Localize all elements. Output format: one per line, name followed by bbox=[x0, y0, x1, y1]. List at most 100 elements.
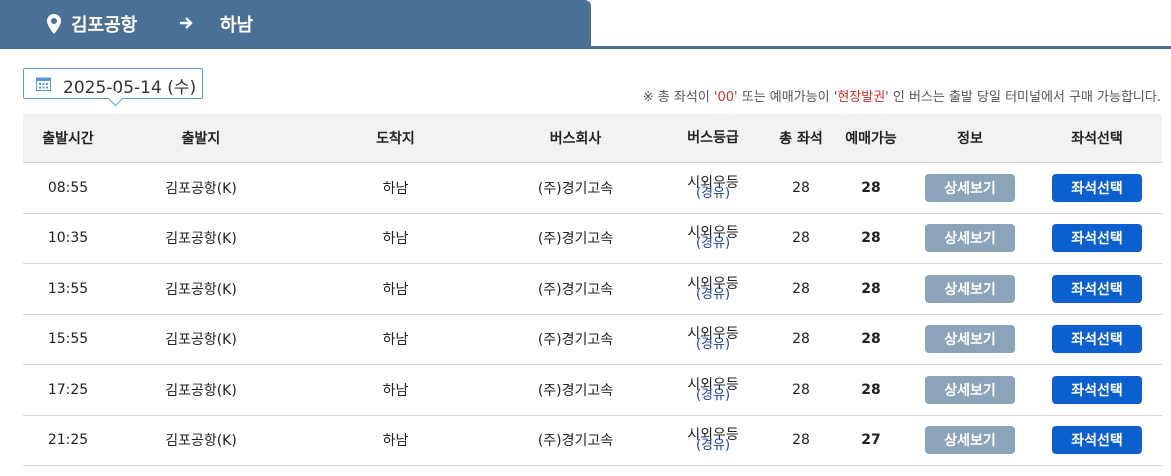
route-tab: 김포공항 하남 bbox=[0, 0, 591, 46]
departure-time: 08:55 bbox=[47, 179, 89, 196]
header-info: 정보 bbox=[957, 131, 983, 147]
arrival-place: 하남 bbox=[382, 332, 409, 349]
seat-select-button[interactable]: 좌석선택 bbox=[1052, 224, 1142, 253]
total-seats: 28 bbox=[792, 179, 810, 196]
header-company: 버스회사 bbox=[549, 131, 602, 147]
info-cell: 상세보기 bbox=[917, 264, 1023, 314]
total-seats: 28 bbox=[792, 230, 810, 247]
select-cell: 좌석선택 bbox=[1037, 416, 1157, 466]
via-label: (경유) bbox=[695, 387, 731, 403]
header-time: 출발시간 bbox=[42, 131, 94, 147]
seat-select-button[interactable]: 좌석선택 bbox=[1052, 375, 1142, 404]
via-label: (경유) bbox=[695, 286, 731, 302]
arrow-right-icon bbox=[180, 17, 193, 29]
select-cell: 좌석선택 bbox=[1037, 163, 1157, 213]
departure-time: 21:25 bbox=[47, 432, 89, 449]
info-cell: 상세보기 bbox=[917, 365, 1023, 415]
detail-button[interactable]: 상세보기 bbox=[925, 426, 1015, 455]
seat-select-button[interactable]: 좌석선택 bbox=[1052, 274, 1142, 303]
table-row: 13:55 김포공항(K) 하남 (주)경기고속 시외우등 (경유) 28 28… bbox=[23, 264, 1162, 315]
seat-select-button[interactable]: 좌석선택 bbox=[1052, 426, 1142, 455]
total-seats: 28 bbox=[792, 331, 810, 348]
header-available: 예매가능 bbox=[845, 131, 897, 147]
via-label: (경유) bbox=[695, 185, 731, 201]
departure-place: 김포공항(K) bbox=[165, 332, 237, 349]
selected-date: 2025-05-14 (수) bbox=[63, 78, 197, 98]
departure-time: 13:55 bbox=[47, 280, 89, 297]
via-label: (경유) bbox=[695, 438, 731, 454]
header-grade: 버스등급 bbox=[687, 130, 739, 146]
via-label: (경유) bbox=[695, 236, 731, 252]
total-seats: 28 bbox=[792, 432, 810, 449]
table-row: 10:35 김포공항(K) 하남 (주)경기고속 시외우등 (경유) 28 28… bbox=[23, 214, 1162, 264]
purchase-notice: ※ 총 좌석이 '00' 또는 예매가능이 '현장발권' 인 버스는 출발 당일… bbox=[643, 86, 1161, 105]
available-seats: 28 bbox=[861, 280, 881, 297]
departure-time: 15:55 bbox=[47, 331, 89, 348]
departure-time: 10:35 bbox=[47, 230, 89, 247]
detail-button[interactable]: 상세보기 bbox=[925, 224, 1015, 253]
departure-place: 김포공항(K) bbox=[165, 180, 237, 197]
arrival-place: 하남 bbox=[382, 433, 409, 450]
bus-grade: 시외우등 (경유) bbox=[663, 315, 763, 365]
info-cell: 상세보기 bbox=[917, 315, 1023, 365]
detail-button[interactable]: 상세보기 bbox=[925, 325, 1015, 354]
select-cell: 좌석선택 bbox=[1037, 365, 1157, 415]
available-seats: 28 bbox=[861, 381, 881, 398]
bus-grade: 시외우등 (경유) bbox=[663, 214, 763, 264]
route-bar: 김포공항 하남 bbox=[0, 0, 1171, 49]
bus-grade: 시외우등 (경유) bbox=[663, 365, 763, 415]
bus-grade: 시외우등 (경유) bbox=[663, 163, 763, 213]
arrival-place: 하남 bbox=[382, 231, 409, 248]
bus-company: (주)경기고속 bbox=[537, 281, 614, 298]
table-row: 17:25 김포공항(K) 하남 (주)경기고속 시외우등 (경유) 28 28… bbox=[23, 365, 1162, 416]
select-cell: 좌석선택 bbox=[1037, 315, 1157, 365]
total-seats: 28 bbox=[792, 381, 810, 398]
header-from: 출발지 bbox=[181, 131, 221, 147]
table-row: 15:55 김포공항(K) 하남 (주)경기고속 시외우등 (경유) 28 28… bbox=[23, 315, 1162, 365]
bus-grade: 시외우등 (경유) bbox=[663, 264, 763, 314]
table-row: 08:55 김포공항(K) 하남 (주)경기고속 시외우등 (경유) 28 28… bbox=[23, 163, 1162, 214]
calendar-icon bbox=[36, 77, 51, 91]
departure-place: 김포공항(K) bbox=[165, 231, 237, 248]
arrival-place: 하남 bbox=[382, 180, 409, 197]
info-cell: 상세보기 bbox=[917, 416, 1023, 466]
bus-company: (주)경기고속 bbox=[537, 382, 614, 399]
arrival-place: 하남 bbox=[382, 281, 409, 298]
arrival-place: 하남 bbox=[382, 382, 409, 399]
seat-select-button[interactable]: 좌석선택 bbox=[1052, 173, 1142, 202]
departure-time: 17:25 bbox=[47, 381, 89, 398]
notice-zero: 00 bbox=[717, 90, 735, 105]
bus-grade: 시외우등 (경유) bbox=[663, 416, 763, 466]
total-seats: 28 bbox=[792, 280, 810, 297]
info-cell: 상세보기 bbox=[917, 163, 1023, 213]
bus-company: (주)경기고속 bbox=[537, 180, 614, 197]
info-cell: 상세보기 bbox=[917, 214, 1023, 264]
available-seats: 27 bbox=[861, 432, 881, 449]
date-picker[interactable]: 2025-05-14 (수) bbox=[23, 68, 203, 99]
available-seats: 28 bbox=[861, 179, 881, 196]
location-pin-icon bbox=[47, 14, 61, 34]
detail-button[interactable]: 상세보기 bbox=[925, 173, 1015, 202]
table-row: 21:25 김포공항(K) 하남 (주)경기고속 시외우등 (경유) 28 27… bbox=[23, 416, 1162, 466]
bus-company: (주)경기고속 bbox=[537, 433, 614, 450]
bus-company: (주)경기고속 bbox=[537, 332, 614, 349]
select-cell: 좌석선택 bbox=[1037, 264, 1157, 314]
notice-middle: ' 또는 예매가능이 ' bbox=[734, 90, 838, 105]
detail-button[interactable]: 상세보기 bbox=[925, 375, 1015, 404]
detail-button[interactable]: 상세보기 bbox=[925, 274, 1015, 303]
available-seats: 28 bbox=[861, 331, 881, 348]
departure-place: 김포공항(K) bbox=[165, 433, 237, 450]
available-seats: 28 bbox=[861, 230, 881, 247]
route-arrival: 하남 bbox=[220, 15, 254, 36]
notice-suffix: ' 인 버스는 출발 당일 터미널에서 구매 가능합니다. bbox=[885, 90, 1161, 105]
notice-prefix: ※ 총 좌석이 ' bbox=[642, 90, 718, 105]
header-total-seats: 총 좌석 bbox=[779, 131, 823, 147]
bus-schedule-table: 출발시간 출발지 도착지 버스회사 버스등급 총 좌석 예매가능 정보 좌석선택… bbox=[23, 114, 1162, 466]
notice-onsite: 현장발권 bbox=[837, 90, 886, 105]
route-departure: 김포공항 bbox=[71, 15, 138, 36]
via-label: (경유) bbox=[695, 337, 731, 353]
bus-company: (주)경기고속 bbox=[537, 231, 614, 248]
seat-select-button[interactable]: 좌석선택 bbox=[1052, 325, 1142, 354]
header-to: 도착지 bbox=[376, 131, 415, 147]
departure-place: 김포공항(K) bbox=[165, 382, 237, 399]
